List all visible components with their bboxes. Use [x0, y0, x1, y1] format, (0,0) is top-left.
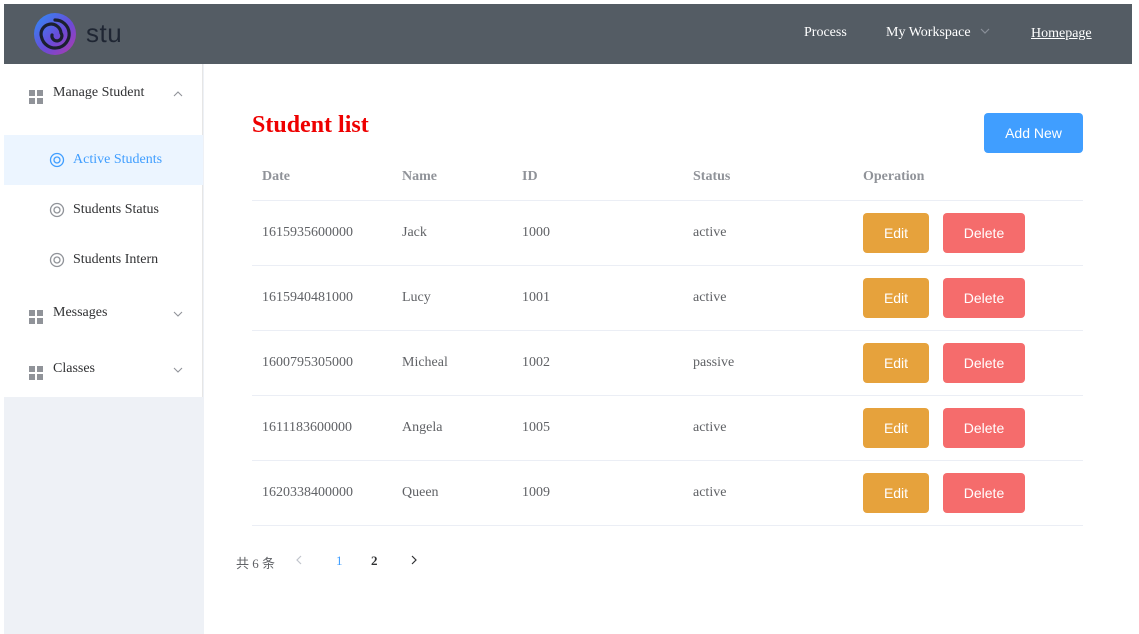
cell-date: 1600795305000	[262, 355, 353, 370]
cell-name: Lucy	[402, 290, 431, 305]
chevron-down-icon	[173, 311, 183, 317]
sidebar-item-students-status[interactable]: Students Status	[4, 185, 203, 235]
cell-status: passive	[693, 355, 735, 370]
edit-button[interactable]: Edit	[863, 473, 929, 513]
grid-icon	[29, 90, 43, 104]
cell-name: Micheal	[402, 355, 448, 370]
chevron-down-icon[interactable]	[979, 26, 991, 36]
add-new-button[interactable]: Add New	[984, 113, 1083, 153]
table-row: 1600795305000 Micheal 1002 passive Edit …	[252, 331, 1083, 396]
menu-group-classes[interactable]: Classes	[4, 344, 203, 394]
menu-group-label: Messages	[53, 305, 108, 320]
top-header: stu Process My Workspace Homepage	[4, 4, 1132, 64]
page-title: Student list	[252, 112, 369, 138]
edit-button[interactable]: Edit	[863, 408, 929, 448]
sidebar-item-label: Active Students	[73, 152, 163, 167]
cell-id: 1000	[522, 225, 550, 240]
menu-group-label: Classes	[53, 361, 95, 376]
swirl-logo-icon[interactable]	[32, 11, 78, 57]
cell-status: active	[693, 225, 727, 240]
cell-date: 1620338400000	[262, 485, 353, 500]
menu-group-messages[interactable]: Messages	[4, 288, 203, 338]
ring-icon	[49, 202, 65, 218]
cell-id: 1005	[522, 420, 550, 435]
grid-icon	[29, 310, 43, 324]
cell-name: Angela	[402, 420, 443, 435]
cell-name: Jack	[402, 225, 427, 240]
cell-date: 1615935600000	[262, 225, 353, 240]
student-table: Date Name ID Status Operation 1615935600…	[252, 152, 1083, 526]
table-row: 1615940481000 Lucy 1001 active Edit Dele…	[252, 266, 1083, 331]
table-row: 1615935600000 Jack 1000 active Edit Dele…	[252, 201, 1083, 266]
delete-button[interactable]: Delete	[943, 408, 1025, 448]
menu-group-label: Manage Student	[53, 85, 145, 100]
chevron-right-icon[interactable]	[409, 554, 419, 566]
column-header-id[interactable]: ID	[522, 152, 538, 201]
sidebar: Manage Student Active Students Students …	[4, 64, 204, 634]
sidebar-item-active-students[interactable]: Active Students	[4, 135, 203, 185]
column-header-status[interactable]: Status	[693, 152, 730, 201]
cell-id: 1002	[522, 355, 550, 370]
column-header-date[interactable]: Date	[262, 152, 290, 201]
grid-icon	[29, 366, 43, 380]
nav-process[interactable]: Process	[804, 25, 847, 41]
delete-button[interactable]: Delete	[943, 473, 1025, 513]
nav-my-workspace[interactable]: My Workspace	[886, 25, 971, 41]
chevron-down-icon	[173, 367, 183, 373]
cell-status: active	[693, 290, 727, 305]
edit-button[interactable]: Edit	[863, 278, 929, 318]
ring-icon	[49, 252, 65, 268]
table-row: 1611183600000 Angela 1005 active Edit De…	[252, 396, 1083, 461]
page-number[interactable]: 2	[371, 553, 378, 569]
delete-button[interactable]: Delete	[943, 343, 1025, 383]
column-header-operation: Operation	[863, 169, 925, 184]
ring-icon	[49, 152, 65, 168]
cell-id: 1009	[522, 485, 550, 500]
delete-button[interactable]: Delete	[943, 278, 1025, 318]
chevron-up-icon	[173, 91, 183, 97]
edit-button[interactable]: Edit	[863, 213, 929, 253]
column-header-name[interactable]: Name	[402, 152, 437, 201]
brand-name: stu	[86, 18, 123, 48]
cell-date: 1615940481000	[262, 290, 353, 305]
table-row: 1620338400000 Queen 1009 active Edit Del…	[252, 461, 1083, 526]
cell-status: active	[693, 485, 727, 500]
app-frame: stu Process My Workspace Homepage Manage…	[4, 4, 1132, 634]
edit-button[interactable]: Edit	[863, 343, 929, 383]
cell-name: Queen	[402, 485, 439, 500]
delete-button[interactable]: Delete	[943, 213, 1025, 253]
chevron-left-icon[interactable]	[294, 554, 304, 566]
sidebar-item-label: Students Intern	[73, 252, 159, 267]
cell-date: 1611183600000	[262, 420, 352, 435]
menu-group-manage-student[interactable]: Manage Student	[4, 68, 203, 118]
cell-id: 1001	[522, 290, 550, 305]
nav-homepage[interactable]: Homepage	[1031, 26, 1092, 42]
table-header: Date Name ID Status Operation	[252, 152, 1083, 201]
pagination-total: 共 6 条	[236, 556, 276, 571]
sidebar-item-students-intern[interactable]: Students Intern	[4, 235, 203, 285]
pagination: 共 6 条 1 2	[236, 550, 456, 572]
sidebar-menu: Manage Student Active Students Students …	[4, 64, 203, 397]
page-number[interactable]: 1	[336, 553, 343, 569]
sidebar-item-label: Students Status	[73, 202, 159, 217]
cell-status: active	[693, 420, 727, 435]
